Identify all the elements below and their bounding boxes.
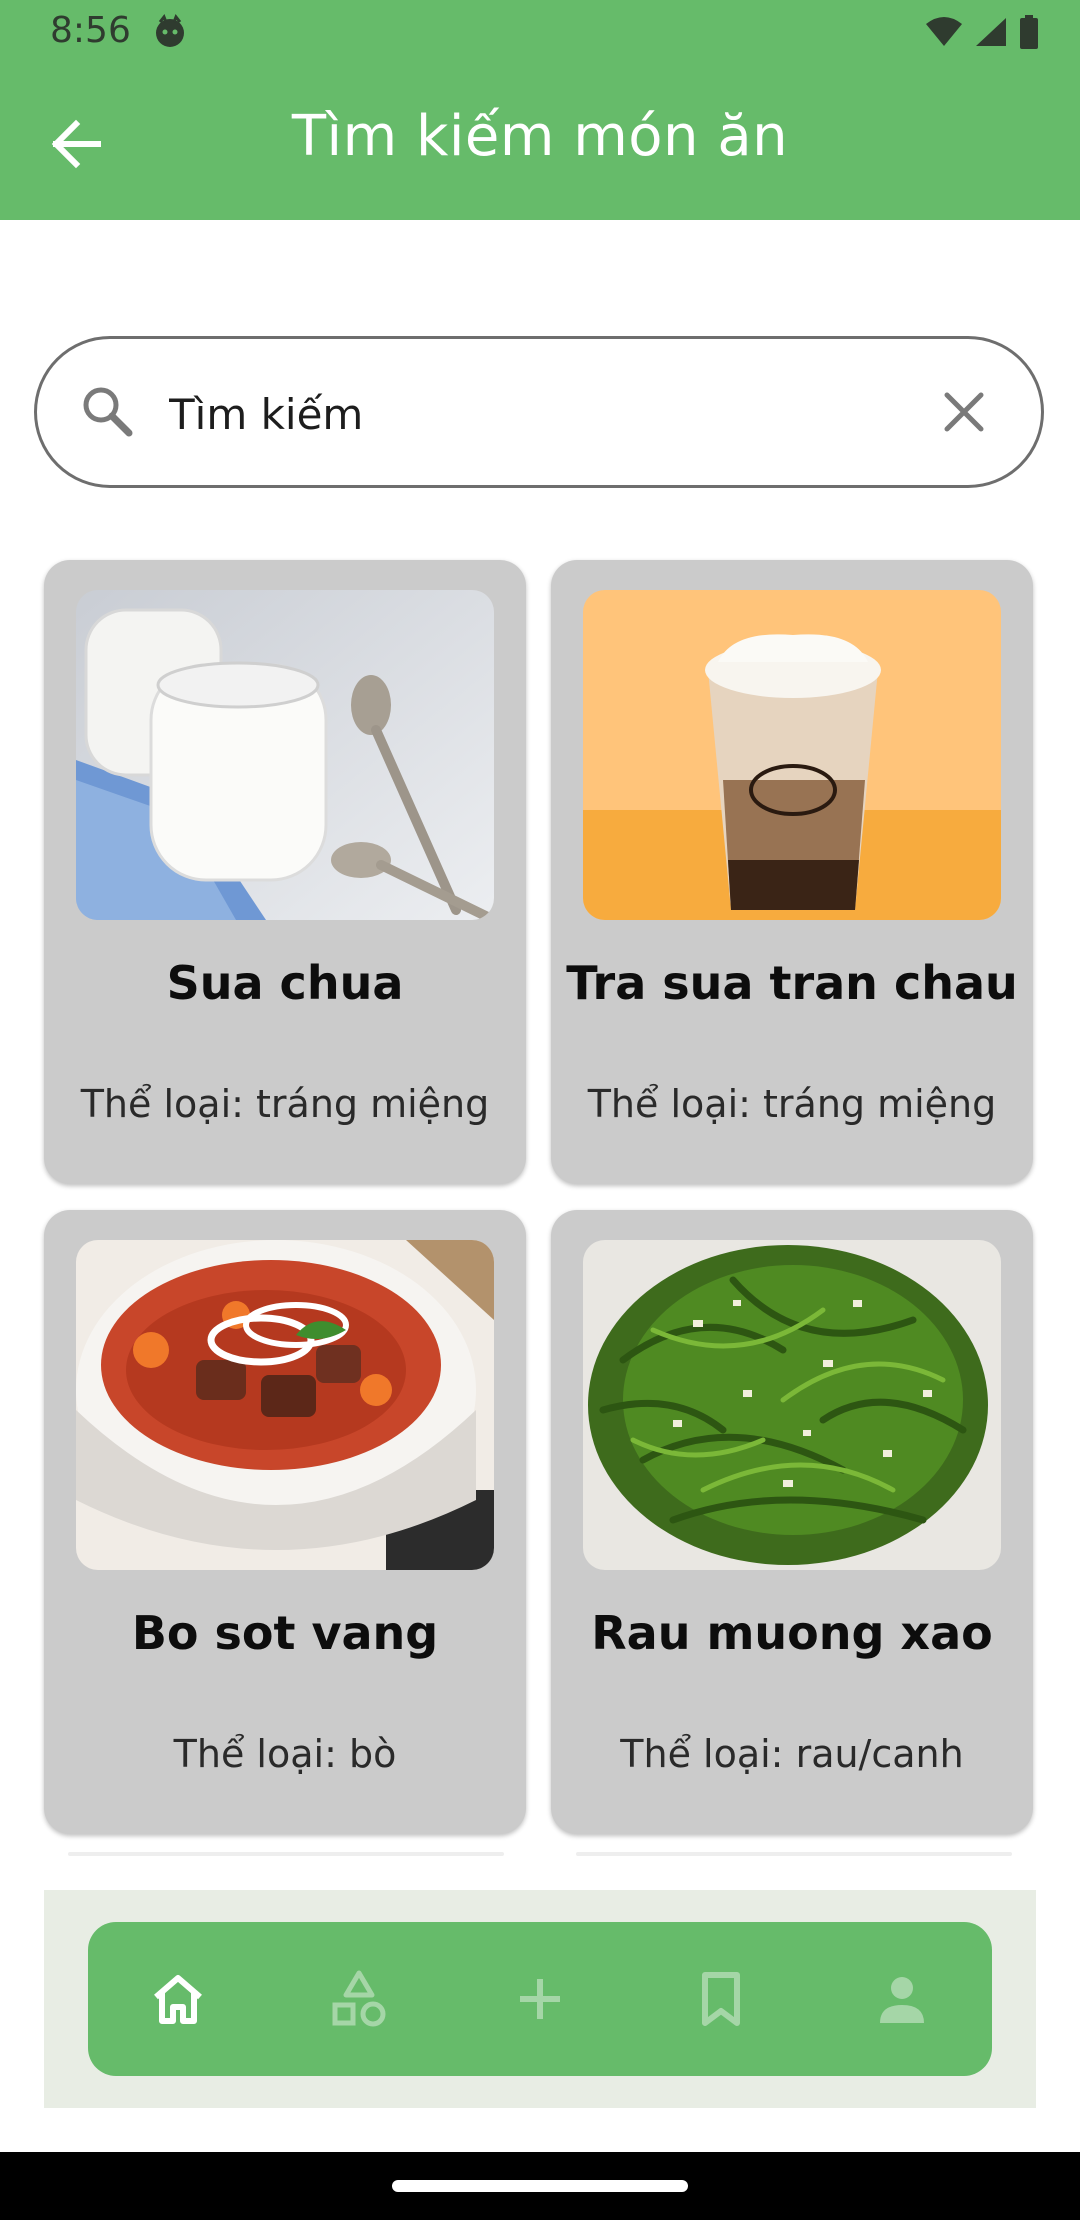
nav-profile[interactable] bbox=[842, 1944, 962, 2054]
food-category: Thể loại: tráng miệng bbox=[80, 1082, 490, 1126]
battery-icon bbox=[1020, 15, 1038, 49]
nav-categories[interactable] bbox=[299, 1944, 419, 2054]
status-bar: 8:56 bbox=[0, 0, 1080, 66]
nav-home[interactable] bbox=[118, 1944, 238, 2054]
food-category: Thể loại: rau/canh bbox=[620, 1732, 964, 1776]
wifi-icon bbox=[926, 17, 962, 46]
next-card-edge bbox=[68, 1852, 504, 1856]
food-card[interactable]: Bo sot vang Thể loại: bò bbox=[44, 1210, 526, 1834]
search-input[interactable] bbox=[167, 375, 831, 453]
nav-add[interactable] bbox=[480, 1944, 600, 2054]
nav-bookmark[interactable] bbox=[661, 1944, 781, 2054]
status-icons bbox=[924, 14, 1040, 50]
search-field[interactable] bbox=[34, 336, 1044, 488]
home-icon bbox=[154, 1975, 203, 2024]
next-card-edge bbox=[576, 1852, 1012, 1856]
system-gesture-bar bbox=[0, 2152, 1080, 2220]
food-name: Tra sua tran chau bbox=[566, 956, 1018, 1010]
bottom-nav bbox=[88, 1922, 992, 2076]
beef-stew-photo bbox=[76, 1240, 494, 1570]
status-time: 8:56 bbox=[50, 10, 131, 51]
food-category: Thể loại: bò bbox=[173, 1732, 397, 1776]
notification-app-icon bbox=[156, 14, 184, 47]
food-card[interactable]: Sua chua Thể loại: tráng miệng bbox=[44, 560, 526, 1184]
food-name: Rau muong xao bbox=[591, 1606, 993, 1660]
bookmark-icon bbox=[701, 1972, 740, 2026]
clear-icon[interactable] bbox=[937, 385, 991, 439]
search-icon bbox=[83, 387, 133, 437]
categories-icon bbox=[332, 1970, 386, 2027]
bubble-milk-tea-photo bbox=[583, 590, 1001, 920]
profile-icon bbox=[879, 1977, 924, 2023]
food-name: Bo sot vang bbox=[131, 1606, 439, 1660]
stir-fried-morning-glory-photo bbox=[583, 1240, 1001, 1570]
add-icon bbox=[519, 1979, 560, 2019]
food-name: Sua chua bbox=[166, 956, 404, 1010]
yogurt-jars-photo bbox=[76, 590, 494, 920]
app-bar: Tìm kiếm món ăn bbox=[0, 66, 1080, 220]
bottom-nav-container bbox=[44, 1890, 1036, 2108]
food-category: Thể loại: tráng miệng bbox=[587, 1082, 997, 1126]
food-card[interactable]: Tra sua tran chau Thể loại: tráng miệng bbox=[551, 560, 1033, 1184]
food-card[interactable]: Rau muong xao Thể loại: rau/canh bbox=[551, 1210, 1033, 1834]
home-gesture-handle[interactable] bbox=[392, 2180, 688, 2192]
signal-icon bbox=[976, 18, 1006, 46]
page-title: Tìm kiếm món ăn bbox=[291, 104, 789, 169]
